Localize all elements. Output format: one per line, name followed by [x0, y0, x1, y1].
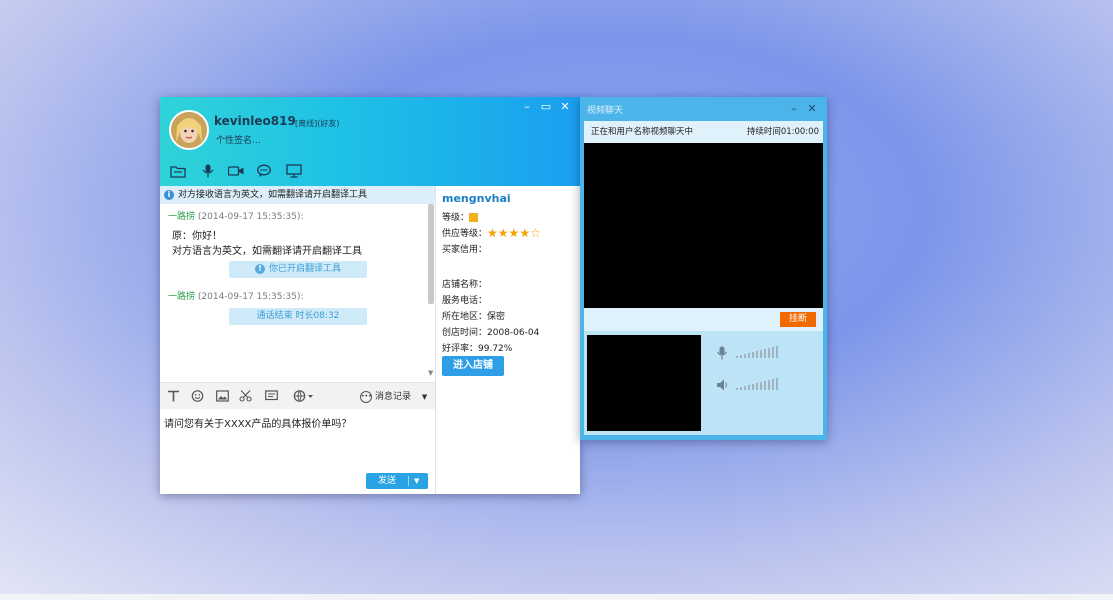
call-ended-pill: 通话结束 时长08:32 [229, 308, 367, 325]
speaker-level-meter [736, 378, 782, 392]
taskbar-strip [0, 594, 1113, 600]
message-meta: 一路捞 (2014-09-17 15:35:35): [168, 209, 304, 222]
send-divider [408, 476, 409, 486]
message-sender: 一路捞 [168, 292, 196, 302]
video-close-button[interactable]: ✕ [806, 102, 818, 115]
alert-icon: ! [254, 264, 265, 274]
video-status-bar: 正在和用户名称视频聊天中 持续时间01:00:00 [584, 121, 823, 143]
chevron-down-icon[interactable]: ▼ [422, 393, 427, 401]
send-button[interactable]: 发送 ▼ [366, 473, 428, 489]
message-input[interactable]: 请问您有关于XXXX产品的具体报价单吗？ [164, 415, 351, 430]
call-duration: 持续时间01:00:00 [746, 127, 819, 137]
translation-enabled-pill: ! 你已开启翻译工具 [229, 261, 367, 278]
send-options-chevron-icon[interactable]: ▼ [414, 473, 419, 489]
video-window-title: 视频聊天 [587, 106, 624, 116]
message-sender: 一路捞 [168, 212, 196, 222]
region-label: 所在地区： [442, 312, 488, 322]
supply-level-label: 供应等级： [442, 229, 488, 239]
rating-row: 好评率：99.72% [442, 341, 512, 354]
contact-signature: 个性签名... [216, 136, 261, 146]
shop-name-label: 店铺名称： [442, 280, 488, 290]
image-icon[interactable] [216, 390, 229, 402]
speaker-volume[interactable] [716, 378, 786, 392]
level-row: 等级： [442, 210, 479, 223]
video-chat-window: 视频聊天 – ✕ 正在和用户名称视频聊天中 持续时间01:00:00 挂断 [580, 97, 827, 440]
minimize-button[interactable]: – [520, 101, 534, 113]
video-controls-bar: 挂断 [584, 308, 823, 331]
message-scrollbar[interactable] [428, 204, 434, 304]
translation-notice: i 对方接收语言为英文，如需翻译请开启翻译工具 [160, 186, 435, 204]
star-icon: ☆ [530, 225, 541, 240]
close-button[interactable]: ✕ [558, 101, 572, 113]
emoji-icon[interactable] [191, 390, 204, 402]
hangup-button[interactable]: 挂断 [780, 312, 816, 327]
notice-text: 对方接收语言为英文，如需翻译请开启翻译工具 [178, 190, 368, 200]
speaker-icon [717, 379, 727, 391]
supply-level-row: 供应等级：★★★★☆ [442, 226, 541, 240]
monitor-icon[interactable] [286, 164, 302, 178]
shop-owner-name[interactable]: mengnvhai [442, 192, 511, 205]
message-time: (2014-09-17 15:35:35): [197, 212, 304, 222]
buyer-credit-label: 买家信用： [442, 245, 488, 255]
video-status-text: 正在和用户名称视频聊天中 [591, 127, 694, 137]
message-history: 一路捞 (2014-09-17 15:35:35): 原：你好！ 对方语言为英文… [160, 204, 435, 381]
region-row: 所在地区：保密 [442, 309, 505, 322]
region-value: 保密 [487, 312, 506, 322]
mic-level-meter [736, 346, 782, 360]
microphone-icon [717, 346, 727, 360]
chat-window: kevinleo819 [离线](好友) 个性签名... – ▭ ✕ i 对方接… [160, 97, 580, 494]
shop-info-panel: mengnvhai 等级： 供应等级：★★★★☆ 买家信用： 店铺名称： 服务电… [436, 186, 580, 494]
history-label: 消息记录 [375, 392, 412, 402]
remote-video [584, 143, 823, 308]
microphone-volume[interactable] [716, 346, 786, 360]
info-icon: i [164, 190, 174, 200]
input-toolbar: ••• 消息记录 ▼ [160, 382, 435, 409]
contact-username: kevinleo819 [214, 114, 296, 128]
history-icon: ••• [360, 390, 372, 403]
star-icon: ★ [487, 225, 498, 240]
local-video-preview [587, 335, 701, 431]
message-time: (2014-09-17 15:35:35): [197, 292, 304, 302]
message-meta: 一路捞 (2014-09-17 15:35:35): [168, 289, 304, 302]
translate-icon[interactable] [293, 390, 315, 402]
star-icon: ★ [508, 225, 520, 240]
chat-bubbles-icon[interactable] [257, 164, 273, 178]
created-label: 创店时间： [442, 328, 488, 338]
maximize-button[interactable]: ▭ [539, 101, 553, 113]
chat-header: kevinleo819 [离线](好友) 个性签名... – ▭ ✕ [160, 97, 580, 186]
message-line: 对方语言为英文，如需翻译请开启翻译工具 [172, 246, 362, 257]
created-value: 2008-06-04 [487, 328, 540, 338]
level-label: 等级： [442, 213, 470, 223]
message-line: 原：你好！ [172, 231, 222, 242]
video-camera-icon[interactable] [228, 164, 244, 178]
pill-text: 你已开启翻译工具 [268, 264, 341, 274]
scroll-down-arrow-icon[interactable]: ▼ [428, 369, 433, 377]
supply-stars: ★★★★☆ [487, 225, 541, 240]
rating-label: 好评率： [442, 344, 479, 354]
star-icon: ★ [519, 225, 531, 240]
level-badge-icon [469, 213, 479, 222]
send-label: 发送 [377, 476, 396, 486]
scissors-icon[interactable] [239, 390, 252, 402]
contact-avatar[interactable] [169, 110, 209, 150]
contact-status: [离线](好友) [295, 119, 340, 128]
video-minimize-button[interactable]: – [788, 102, 800, 115]
screenshot-icon[interactable] [265, 390, 278, 402]
text-format-icon[interactable] [167, 390, 180, 402]
rating-value: 99.72% [478, 344, 513, 354]
microphone-icon[interactable] [200, 164, 216, 178]
star-icon: ★ [497, 225, 509, 240]
video-bottom-panel [584, 331, 823, 435]
folder-icon[interactable] [170, 164, 186, 178]
created-row: 创店时间：2008-06-04 [442, 325, 539, 338]
message-history-button[interactable]: ••• 消息记录 ▼ [360, 389, 427, 403]
enter-shop-button[interactable]: 进入店铺 [442, 356, 504, 376]
service-phone-label: 服务电话： [442, 296, 488, 306]
